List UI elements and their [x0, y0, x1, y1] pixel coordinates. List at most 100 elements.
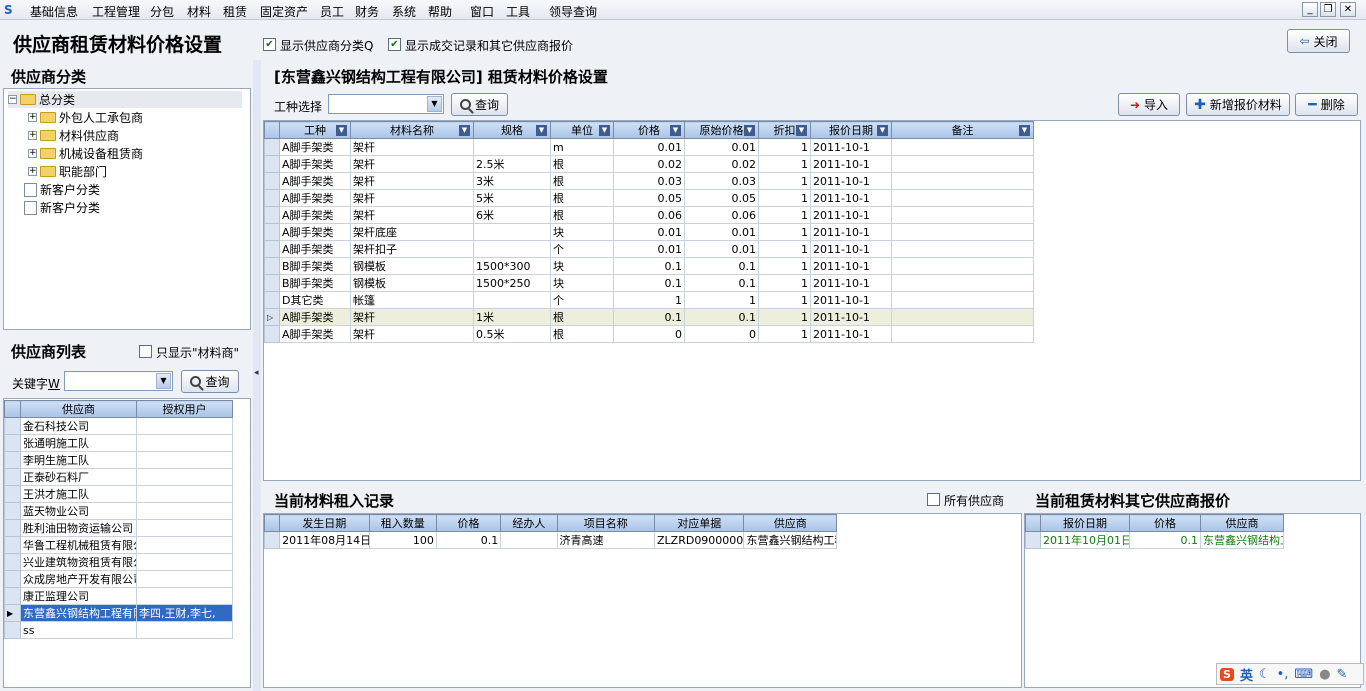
row-indicator[interactable]	[4, 570, 21, 588]
expand-icon[interactable]: +	[28, 167, 37, 176]
table-cell[interactable]: 架杆	[350, 325, 474, 343]
table-cell[interactable]	[891, 291, 1034, 309]
tree-item-equipment[interactable]: + 机械设备租赁商	[28, 145, 143, 162]
column-header[interactable]: 租入数量	[368, 514, 437, 532]
row-indicator[interactable]	[1025, 531, 1041, 549]
row-indicator[interactable]	[4, 417, 21, 435]
panel-splitter[interactable]: ◂	[253, 60, 261, 691]
row-indicator[interactable]	[4, 519, 21, 537]
table-cell[interactable]: 根	[550, 172, 614, 190]
table-cell[interactable]: 架杆	[350, 155, 474, 173]
table-cell[interactable]: 0.01	[684, 240, 759, 258]
keyword-combo[interactable]: ▼	[64, 371, 173, 391]
table-cell[interactable]: 0.1	[613, 274, 685, 292]
minimize-icon[interactable]: _	[1302, 2, 1318, 17]
table-cell[interactable]: 0	[684, 325, 759, 343]
table-row[interactable]: ▶东营鑫兴钢结构工程有限公司李四,王财,李七,	[4, 604, 233, 622]
table-cell[interactable]: 2.5米	[473, 155, 551, 173]
menu-system[interactable]: 系统	[392, 3, 416, 20]
table-row[interactable]: ss	[4, 621, 233, 639]
row-indicator[interactable]	[4, 451, 21, 469]
table-cell[interactable]: 架杆	[350, 189, 474, 207]
table-row[interactable]: D其它类 帐篷个 1 1 1 2011-10-1	[264, 291, 1034, 309]
table-cell[interactable]	[136, 417, 233, 435]
table-cell[interactable]: 根	[550, 308, 614, 326]
collapse-icon[interactable]: −	[8, 95, 17, 104]
table-cell[interactable]: 2011-10-1	[810, 274, 892, 292]
tree-item-department[interactable]: + 职能部门	[28, 163, 107, 180]
table-cell[interactable]: 1	[758, 325, 811, 343]
row-indicator[interactable]	[264, 206, 280, 224]
table-cell[interactable]: 1	[758, 274, 811, 292]
menu-material[interactable]: 材料	[187, 3, 211, 20]
column-header[interactable]: 经办人	[500, 514, 558, 532]
menu-window[interactable]: 窗口	[470, 3, 494, 20]
menu-leader-query[interactable]: 领导查询	[549, 3, 597, 20]
table-cell[interactable]: 块	[550, 257, 614, 275]
table-cell[interactable]: 蓝天物业公司	[20, 502, 137, 520]
table-cell[interactable]: 0.1	[684, 308, 759, 326]
table-cell[interactable]: 胜利油田物资运输公司	[20, 519, 137, 537]
table-row[interactable]: 金石科技公司	[4, 417, 233, 435]
table-cell[interactable]: 0.06	[613, 206, 685, 224]
row-indicator[interactable]	[264, 274, 280, 292]
table-cell[interactable]: 根	[550, 325, 614, 343]
table-cell[interactable]: 正泰砂石料厂	[20, 468, 137, 486]
table-cell[interactable]: 0.1	[613, 308, 685, 326]
table-cell[interactable]: 0.03	[613, 172, 685, 190]
column-header[interactable]: 价格 ▼	[613, 121, 685, 139]
table-cell[interactable]: 众成房地产开发有限公司	[20, 570, 137, 588]
column-header[interactable]: 项目名称	[556, 514, 655, 532]
table-cell[interactable]: 5米	[473, 189, 551, 207]
column-header[interactable]: 价格	[435, 514, 502, 532]
table-cell[interactable]: 块	[550, 223, 614, 241]
table-cell[interactable]: 帐篷	[350, 291, 474, 309]
column-header[interactable]: 价格	[1129, 514, 1201, 532]
row-indicator[interactable]	[264, 257, 280, 275]
table-row[interactable]: A脚手架类 架杆 0.5米根 0 0 1 2011-10-1	[264, 325, 1034, 343]
table-cell[interactable]: 2011-10-1	[810, 240, 892, 258]
table-row[interactable]: 华鲁工程机械租赁有限公司	[4, 536, 233, 554]
row-indicator[interactable]: ▶	[4, 604, 21, 622]
menu-tools[interactable]: 工具	[506, 3, 530, 20]
table-cell[interactable]	[891, 206, 1034, 224]
row-indicator[interactable]	[4, 536, 21, 554]
column-header[interactable]: 折扣 ▼	[758, 121, 811, 139]
menu-help[interactable]: 帮助	[428, 3, 452, 20]
show-category-checkbox[interactable]: ✔	[263, 38, 276, 51]
table-cell[interactable]: ZLZRD090000003	[653, 531, 745, 549]
table-cell[interactable]	[891, 240, 1034, 258]
chevron-down-icon[interactable]: ▼	[156, 373, 171, 389]
row-indicator[interactable]	[4, 502, 21, 520]
table-cell[interactable]: A脚手架类	[279, 240, 351, 258]
table-cell[interactable]: 根	[550, 206, 614, 224]
table-cell[interactable]	[473, 291, 551, 309]
table-cell[interactable]: 0.01	[613, 240, 685, 258]
table-row[interactable]: B脚手架类 钢模板 1500*300 块 0.1 0.1 1 2011-10-1	[264, 257, 1034, 275]
table-row[interactable]: 张通明施工队	[4, 434, 233, 452]
table-cell[interactable]	[136, 587, 233, 605]
table-cell[interactable]: m	[550, 138, 614, 156]
column-header[interactable]: 授权用户	[136, 400, 233, 418]
table-cell[interactable]: 架杆	[350, 206, 474, 224]
table-cell[interactable]: ss	[20, 621, 137, 639]
table-cell[interactable]: 2011-10-1	[810, 155, 892, 173]
table-row[interactable]: B脚手架类 钢模板 1500*250 块 0.1 0.1 1 2011-10-1	[264, 274, 1034, 292]
table-cell[interactable]: 兴业建筑物资租赁有限公司	[20, 553, 137, 571]
table-cell[interactable]: 康正监理公司	[20, 587, 137, 605]
table-cell[interactable]: 根	[550, 155, 614, 173]
table-cell[interactable]	[891, 308, 1034, 326]
table-cell[interactable]: 0.01	[684, 223, 759, 241]
row-indicator[interactable]	[4, 587, 21, 605]
ime-toolbar[interactable]: S 英 ☾ •, ⌨ ● ✎	[1216, 663, 1364, 685]
table-cell[interactable]: 3米	[473, 172, 551, 190]
table-cell[interactable]	[136, 468, 233, 486]
punctuation-icon[interactable]: •,	[1277, 667, 1289, 682]
row-indicator[interactable]	[4, 468, 21, 486]
table-cell[interactable]: 0.1	[684, 274, 759, 292]
table-cell[interactable]: 0.05	[684, 189, 759, 207]
table-cell[interactable]: 2011-10-1	[810, 223, 892, 241]
table-cell[interactable]	[136, 570, 233, 588]
table-cell[interactable]: 1	[758, 138, 811, 156]
table-cell[interactable]: A脚手架类	[279, 308, 351, 326]
